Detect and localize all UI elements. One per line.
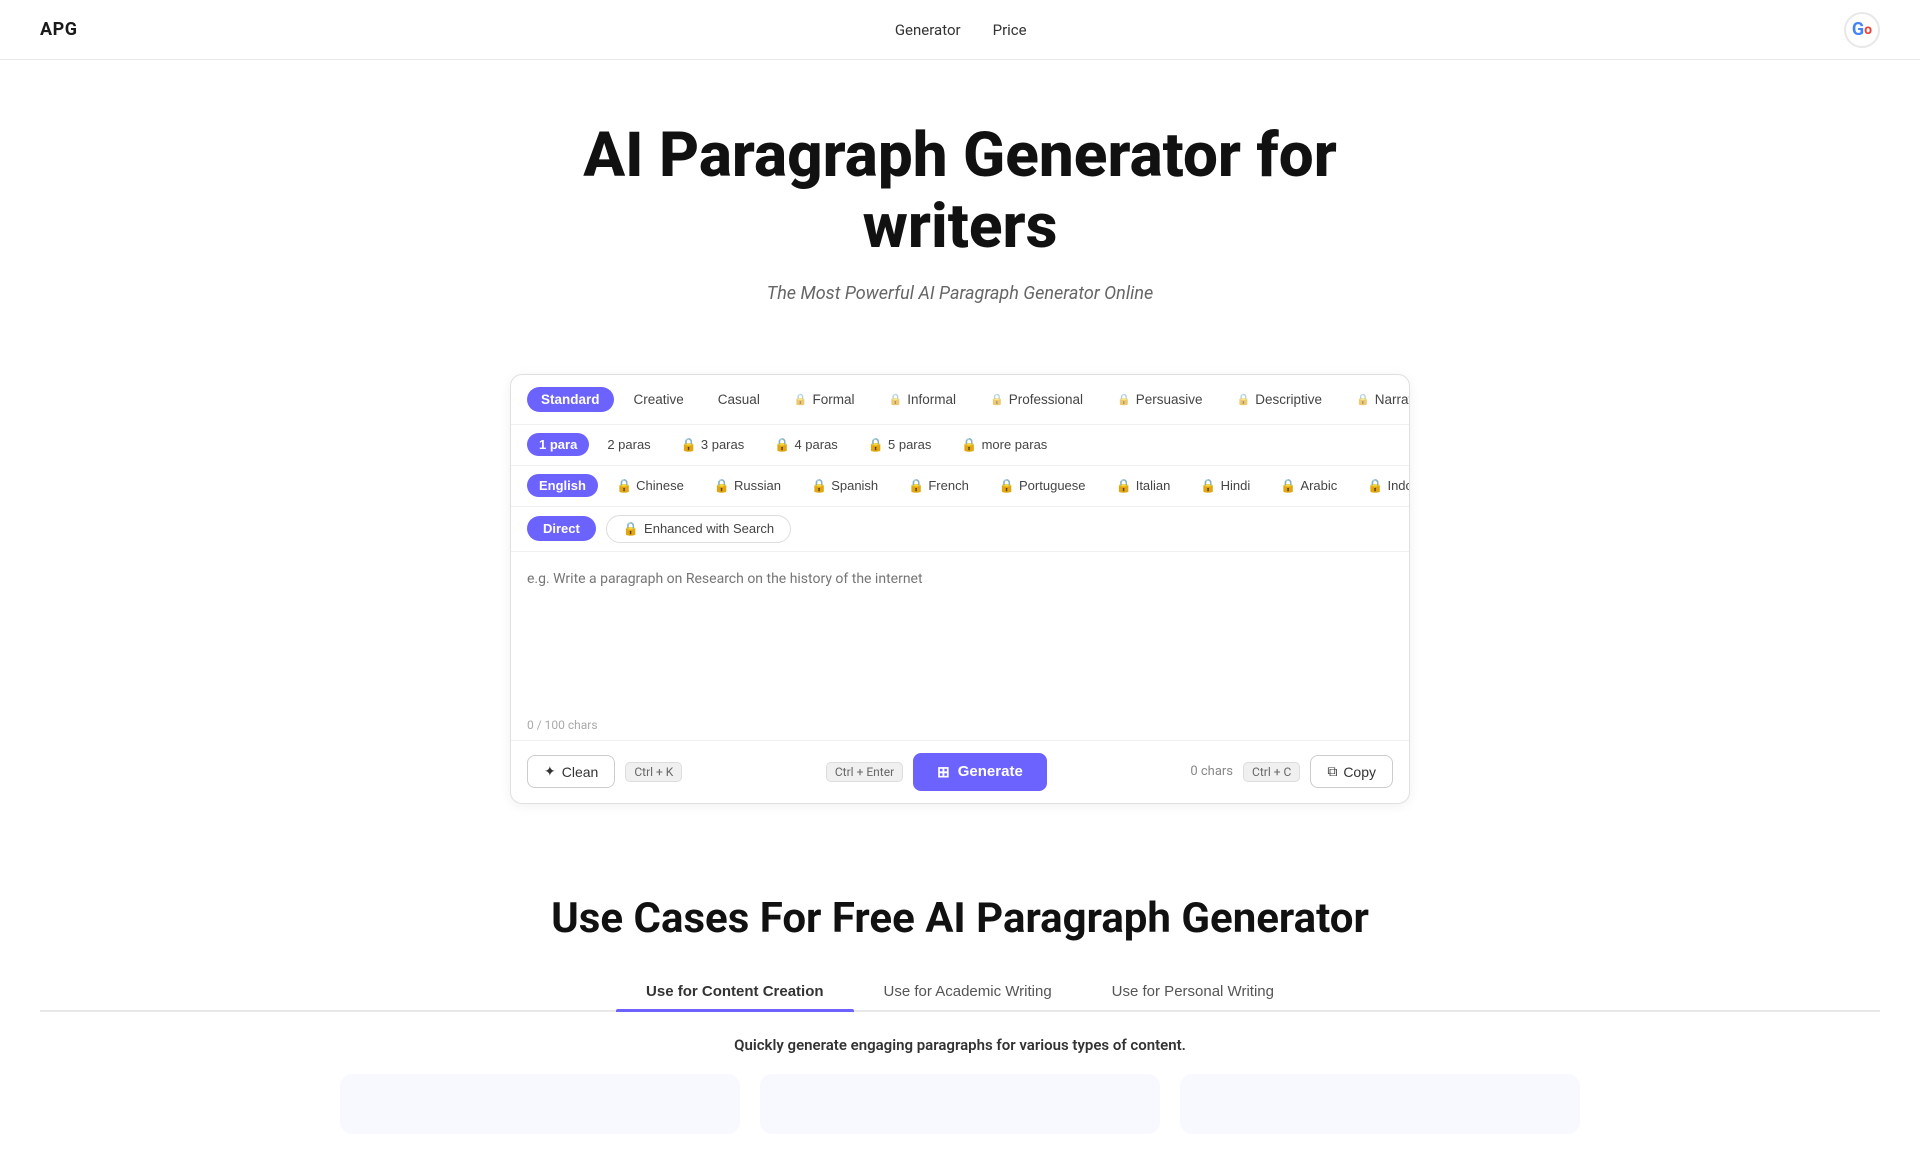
use-tab-personal[interactable]: Use for Personal Writing (1082, 973, 1304, 1010)
generate-label: Generate (958, 763, 1023, 780)
lang-indonesian[interactable]: 🔒Indonesian (1355, 474, 1409, 498)
action-row: ✦ Clean Ctrl + K Ctrl + Enter ⊞ Generate… (511, 740, 1409, 803)
char-count-display: 0 / 100 chars (511, 718, 1409, 740)
lang-chinese[interactable]: 🔒Chinese (604, 474, 696, 498)
tab-informal[interactable]: 🔒Informal (875, 387, 970, 412)
copy-button[interactable]: ⧉ Copy (1310, 755, 1393, 788)
lang-russian[interactable]: 🔒Russian (702, 474, 793, 498)
action-right: 0 chars Ctrl + C ⧉ Copy (1190, 755, 1393, 788)
action-left: ✦ Clean Ctrl + K (527, 755, 682, 788)
use-card-1 (340, 1074, 740, 1134)
lang-french[interactable]: 🔒French (896, 474, 981, 498)
nav-generator[interactable]: Generator (895, 21, 961, 39)
google-icon: Go (1844, 12, 1880, 48)
clean-button[interactable]: ✦ Clean (527, 755, 615, 788)
para-3[interactable]: 🔒3 paras (669, 433, 757, 457)
clean-icon: ✦ (544, 763, 556, 780)
use-cases-cards (40, 1074, 1880, 1134)
use-cases-section: Use Cases For Free AI Paragraph Generato… (0, 834, 1920, 1164)
lang-hindi[interactable]: 🔒Hindi (1188, 474, 1262, 498)
lang-portuguese[interactable]: 🔒Portuguese (987, 474, 1098, 498)
copy-shortcut: Ctrl + C (1243, 762, 1300, 782)
para-more[interactable]: 🔒more paras (949, 433, 1059, 457)
search-icon: 🔒 (623, 521, 639, 537)
textarea-wrap (511, 552, 1409, 718)
generate-shortcut: Ctrl + Enter (826, 762, 903, 782)
language-row: English 🔒Chinese 🔒Russian 🔒Spanish 🔒Fren… (511, 466, 1409, 507)
tab-narrative[interactable]: 🔒Narrative (1342, 387, 1409, 412)
lang-italian[interactable]: 🔒Italian (1104, 474, 1183, 498)
copy-icon: ⧉ (1327, 763, 1337, 780)
clean-label: Clean (562, 764, 599, 780)
hero-section: AI Paragraph Generator for writers The M… (0, 60, 1920, 344)
tab-casual[interactable]: Casual (704, 387, 774, 412)
para-4[interactable]: 🔒4 paras (762, 433, 850, 457)
para-2[interactable]: 2 paras (595, 433, 662, 456)
lang-spanish[interactable]: 🔒Spanish (799, 474, 890, 498)
prompt-input[interactable] (527, 568, 1393, 698)
tab-formal[interactable]: 🔒Formal (780, 387, 869, 412)
use-tab-content[interactable]: Use for Content Creation (616, 973, 854, 1010)
para-1[interactable]: 1 para (527, 433, 589, 456)
use-cases-tabs: Use for Content Creation Use for Academi… (40, 973, 1880, 1012)
tab-standard[interactable]: Standard (527, 387, 614, 412)
tab-descriptive[interactable]: 🔒Descriptive (1223, 387, 1336, 412)
generate-icon: ⊞ (937, 763, 950, 781)
lang-english[interactable]: English (527, 474, 598, 497)
use-cases-title: Use Cases For Free AI Paragraph Generato… (40, 894, 1880, 943)
mode-enhanced[interactable]: 🔒 Enhanced with Search (606, 515, 791, 543)
para-5[interactable]: 🔒5 paras (856, 433, 944, 457)
use-card-2 (760, 1074, 1160, 1134)
tab-professional[interactable]: 🔒Professional (976, 387, 1097, 412)
generator-panel: Standard Creative Casual 🔒Formal 🔒Inform… (510, 374, 1410, 804)
use-cases-description: Quickly generate engaging paragraphs for… (40, 1036, 1880, 1054)
hero-subtitle: The Most Powerful AI Paragraph Generator… (40, 283, 1880, 304)
generate-button[interactable]: ⊞ Generate (913, 753, 1047, 791)
clean-shortcut: Ctrl + K (625, 762, 682, 782)
navbar: APG Generator Price Go (0, 0, 1920, 60)
generate-group: Ctrl + Enter ⊞ Generate (826, 753, 1047, 791)
nav-logo: APG (40, 19, 77, 40)
use-card-3 (1180, 1074, 1580, 1134)
tab-creative[interactable]: Creative (620, 387, 698, 412)
nav-price[interactable]: Price (993, 21, 1027, 39)
use-tab-academic[interactable]: Use for Academic Writing (854, 973, 1082, 1010)
lang-arabic[interactable]: 🔒Arabic (1268, 474, 1349, 498)
tab-persuasive[interactable]: 🔒Persuasive (1103, 387, 1217, 412)
nav-links: Generator Price (895, 21, 1027, 39)
mode-direct[interactable]: Direct (527, 516, 596, 541)
copy-label: Copy (1343, 764, 1376, 780)
output-chars: 0 chars (1190, 764, 1233, 779)
search-mode-row: Direct 🔒 Enhanced with Search (511, 507, 1409, 552)
hero-title: AI Paragraph Generator for writers (510, 120, 1410, 263)
para-count-row: 1 para 2 paras 🔒3 paras 🔒4 paras 🔒5 para… (511, 425, 1409, 466)
style-tabs-row: Standard Creative Casual 🔒Formal 🔒Inform… (511, 375, 1409, 425)
